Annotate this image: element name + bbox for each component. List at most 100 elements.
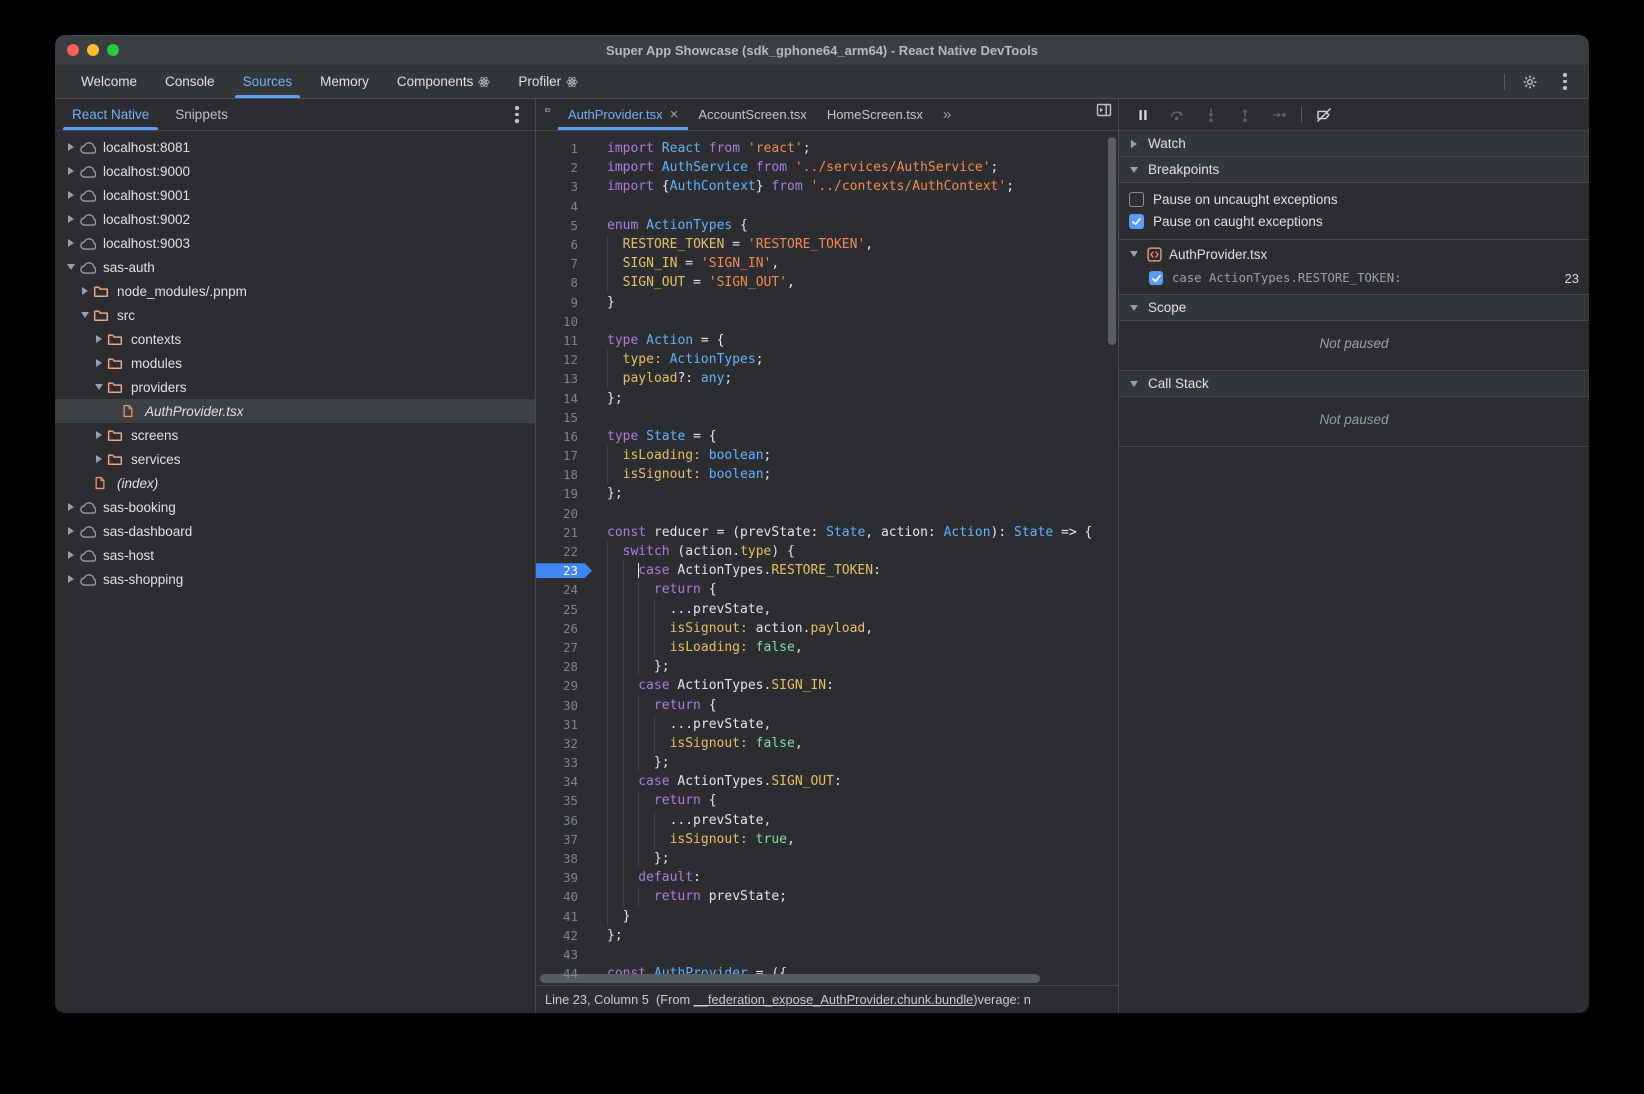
tree-expand-arrow-right[interactable] [63, 503, 79, 511]
tree-expand-arrow-right[interactable] [91, 359, 107, 367]
code-line-content[interactable]: default: [586, 868, 701, 887]
editor-tab-homescreen-tsx[interactable]: HomeScreen.tsx [817, 99, 933, 130]
line-number[interactable]: 8 [536, 275, 586, 290]
code-line-content[interactable] [586, 945, 607, 964]
pause-on-uncaught-row[interactable]: Pause on uncaught exceptions [1119, 188, 1589, 210]
line-number[interactable]: 38 [536, 851, 586, 866]
line-number[interactable]: 31 [536, 717, 586, 732]
tree-expand-arrow-right[interactable] [91, 431, 107, 439]
chevron-down-icon[interactable] [1128, 167, 1140, 173]
breakpoint-entry[interactable]: case ActionTypes.RESTORE_TOKEN: 23 [1119, 266, 1589, 290]
code-line-content[interactable]: ...prevState, [586, 715, 771, 734]
tree-item-sas-shopping[interactable]: sas-shopping [55, 567, 535, 591]
line-number[interactable]: 26 [536, 621, 586, 636]
main-tab-memory[interactable]: Memory [306, 65, 383, 98]
tree-item-contexts[interactable]: contexts [55, 327, 535, 351]
line-number[interactable]: 1 [536, 141, 586, 156]
tree-expand-arrow-right[interactable] [63, 575, 79, 583]
code-editor[interactable]: 1import React from 'react';2import AuthS… [536, 131, 1118, 985]
line-number[interactable]: 41 [536, 909, 586, 924]
code-line-content[interactable]: case ActionTypes.RESTORE_TOKEN: [586, 561, 881, 580]
line-number[interactable]: 35 [536, 793, 586, 808]
tree-expand-arrow-right[interactable] [91, 335, 107, 343]
code-line-content[interactable]: isLoading: boolean; [586, 446, 771, 465]
tree-item-localhost-9002[interactable]: localhost:9002 [55, 207, 535, 231]
code-line-content[interactable]: SIGN_OUT = 'SIGN_OUT', [586, 273, 795, 292]
line-number[interactable]: 4 [536, 199, 586, 214]
source-map-link[interactable]: __federation_expose_AuthProvider.chunk.b… [694, 992, 974, 1007]
tree-expand-arrow-right[interactable] [63, 143, 79, 151]
tree-item-src[interactable]: src [55, 303, 535, 327]
tree-expand-arrow-down[interactable] [63, 264, 79, 270]
code-line-content[interactable]: isSignout: boolean; [586, 465, 771, 484]
navigator-tab-react-native[interactable]: React Native [59, 99, 162, 130]
line-number[interactable]: 2 [536, 160, 586, 175]
navigator-tab-snippets[interactable]: Snippets [162, 99, 241, 130]
chevron-down-icon[interactable] [1128, 381, 1140, 387]
line-number[interactable]: 36 [536, 813, 586, 828]
scope-section-header[interactable]: Scope [1119, 295, 1589, 321]
deactivate-breakpoints-icon[interactable] [1312, 103, 1336, 127]
line-number[interactable]: 24 [536, 582, 586, 597]
code-line-content[interactable]: SIGN_IN = 'SIGN_IN', [586, 254, 779, 273]
tree-expand-arrow-right[interactable] [63, 167, 79, 175]
code-line-content[interactable]: payload?: any; [586, 369, 732, 388]
minimize-window-button[interactable] [87, 44, 99, 56]
code-line-content[interactable]: }; [586, 484, 623, 503]
line-number[interactable]: 21 [536, 525, 586, 540]
code-line-content[interactable]: }; [586, 926, 623, 945]
tree-expand-arrow-right[interactable] [63, 551, 79, 559]
main-tab-sources[interactable]: Sources [229, 65, 307, 98]
breakpoint-enabled-checkbox[interactable] [1149, 271, 1163, 285]
tree-item-modules[interactable]: modules [55, 351, 535, 375]
code-line-content[interactable]: type: ActionTypes; [586, 350, 764, 369]
main-tab-console[interactable]: Console [151, 65, 229, 98]
code-line-content[interactable]: import AuthService from '../services/Aut… [586, 158, 998, 177]
tree-expand-arrow-right[interactable] [77, 287, 93, 295]
maximize-window-button[interactable] [107, 44, 119, 56]
code-line-content[interactable]: isSignout: false, [586, 734, 803, 753]
tree-item-localhost-9003[interactable]: localhost:9003 [55, 231, 535, 255]
tree-item-authprovider-tsx[interactable]: AuthProvider.tsx [55, 399, 535, 423]
horizontal-scrollbar[interactable] [538, 972, 1106, 985]
line-number[interactable]: 18 [536, 467, 586, 482]
watch-section-header[interactable]: Watch [1119, 131, 1589, 157]
line-number[interactable]: 28 [536, 659, 586, 674]
line-number[interactable]: 3 [536, 179, 586, 194]
tree-item-sas-host[interactable]: sas-host [55, 543, 535, 567]
settings-gear-icon[interactable] [1519, 71, 1541, 93]
more-tabs-chevron[interactable]: » [933, 99, 962, 130]
line-number[interactable]: 33 [536, 755, 586, 770]
code-line-content[interactable]: }; [586, 753, 670, 772]
line-number[interactable]: 25 [536, 602, 586, 617]
vertical-scrollbar[interactable] [1107, 135, 1117, 969]
close-tab-icon[interactable]: × [670, 107, 679, 122]
tree-item-sas-booking[interactable]: sas-booking [55, 495, 535, 519]
code-line-content[interactable] [586, 312, 607, 331]
editor-tab-accountscreen-tsx[interactable]: AccountScreen.tsx [688, 99, 816, 130]
tree-item-sas-dashboard[interactable]: sas-dashboard [55, 519, 535, 543]
breakpoints-section-header[interactable]: Breakpoints [1119, 157, 1589, 183]
code-line-content[interactable]: } [586, 907, 630, 926]
call-stack-section-header[interactable]: Call Stack [1119, 371, 1589, 397]
line-number[interactable]: 6 [536, 237, 586, 252]
line-number[interactable]: 29 [536, 678, 586, 693]
code-line-content[interactable]: RESTORE_TOKEN = 'RESTORE_TOKEN', [586, 235, 873, 254]
code-line-content[interactable]: isSignout: action.payload, [586, 619, 873, 638]
line-number[interactable]: 32 [536, 736, 586, 751]
line-number[interactable]: 39 [536, 870, 586, 885]
line-number[interactable]: 19 [536, 486, 586, 501]
code-line-content[interactable]: } [586, 293, 615, 312]
chevron-down-icon[interactable] [1128, 305, 1140, 311]
editor-tab-authprovider-tsx[interactable]: AuthProvider.tsx× [558, 99, 688, 130]
code-line-content[interactable]: return { [586, 695, 717, 714]
line-number[interactable]: 15 [536, 410, 586, 425]
main-tab-components[interactable]: Components [383, 65, 505, 98]
line-number[interactable]: 42 [536, 928, 586, 943]
tree-item-localhost-9000[interactable]: localhost:9000 [55, 159, 535, 183]
line-number[interactable]: 27 [536, 640, 586, 655]
code-line-content[interactable]: import {AuthContext} from '../contexts/A… [586, 177, 1014, 196]
code-line-content[interactable]: type State = { [586, 427, 717, 446]
chevron-right-icon[interactable] [1128, 140, 1140, 148]
pause-on-uncaught-checkbox[interactable] [1129, 192, 1144, 207]
